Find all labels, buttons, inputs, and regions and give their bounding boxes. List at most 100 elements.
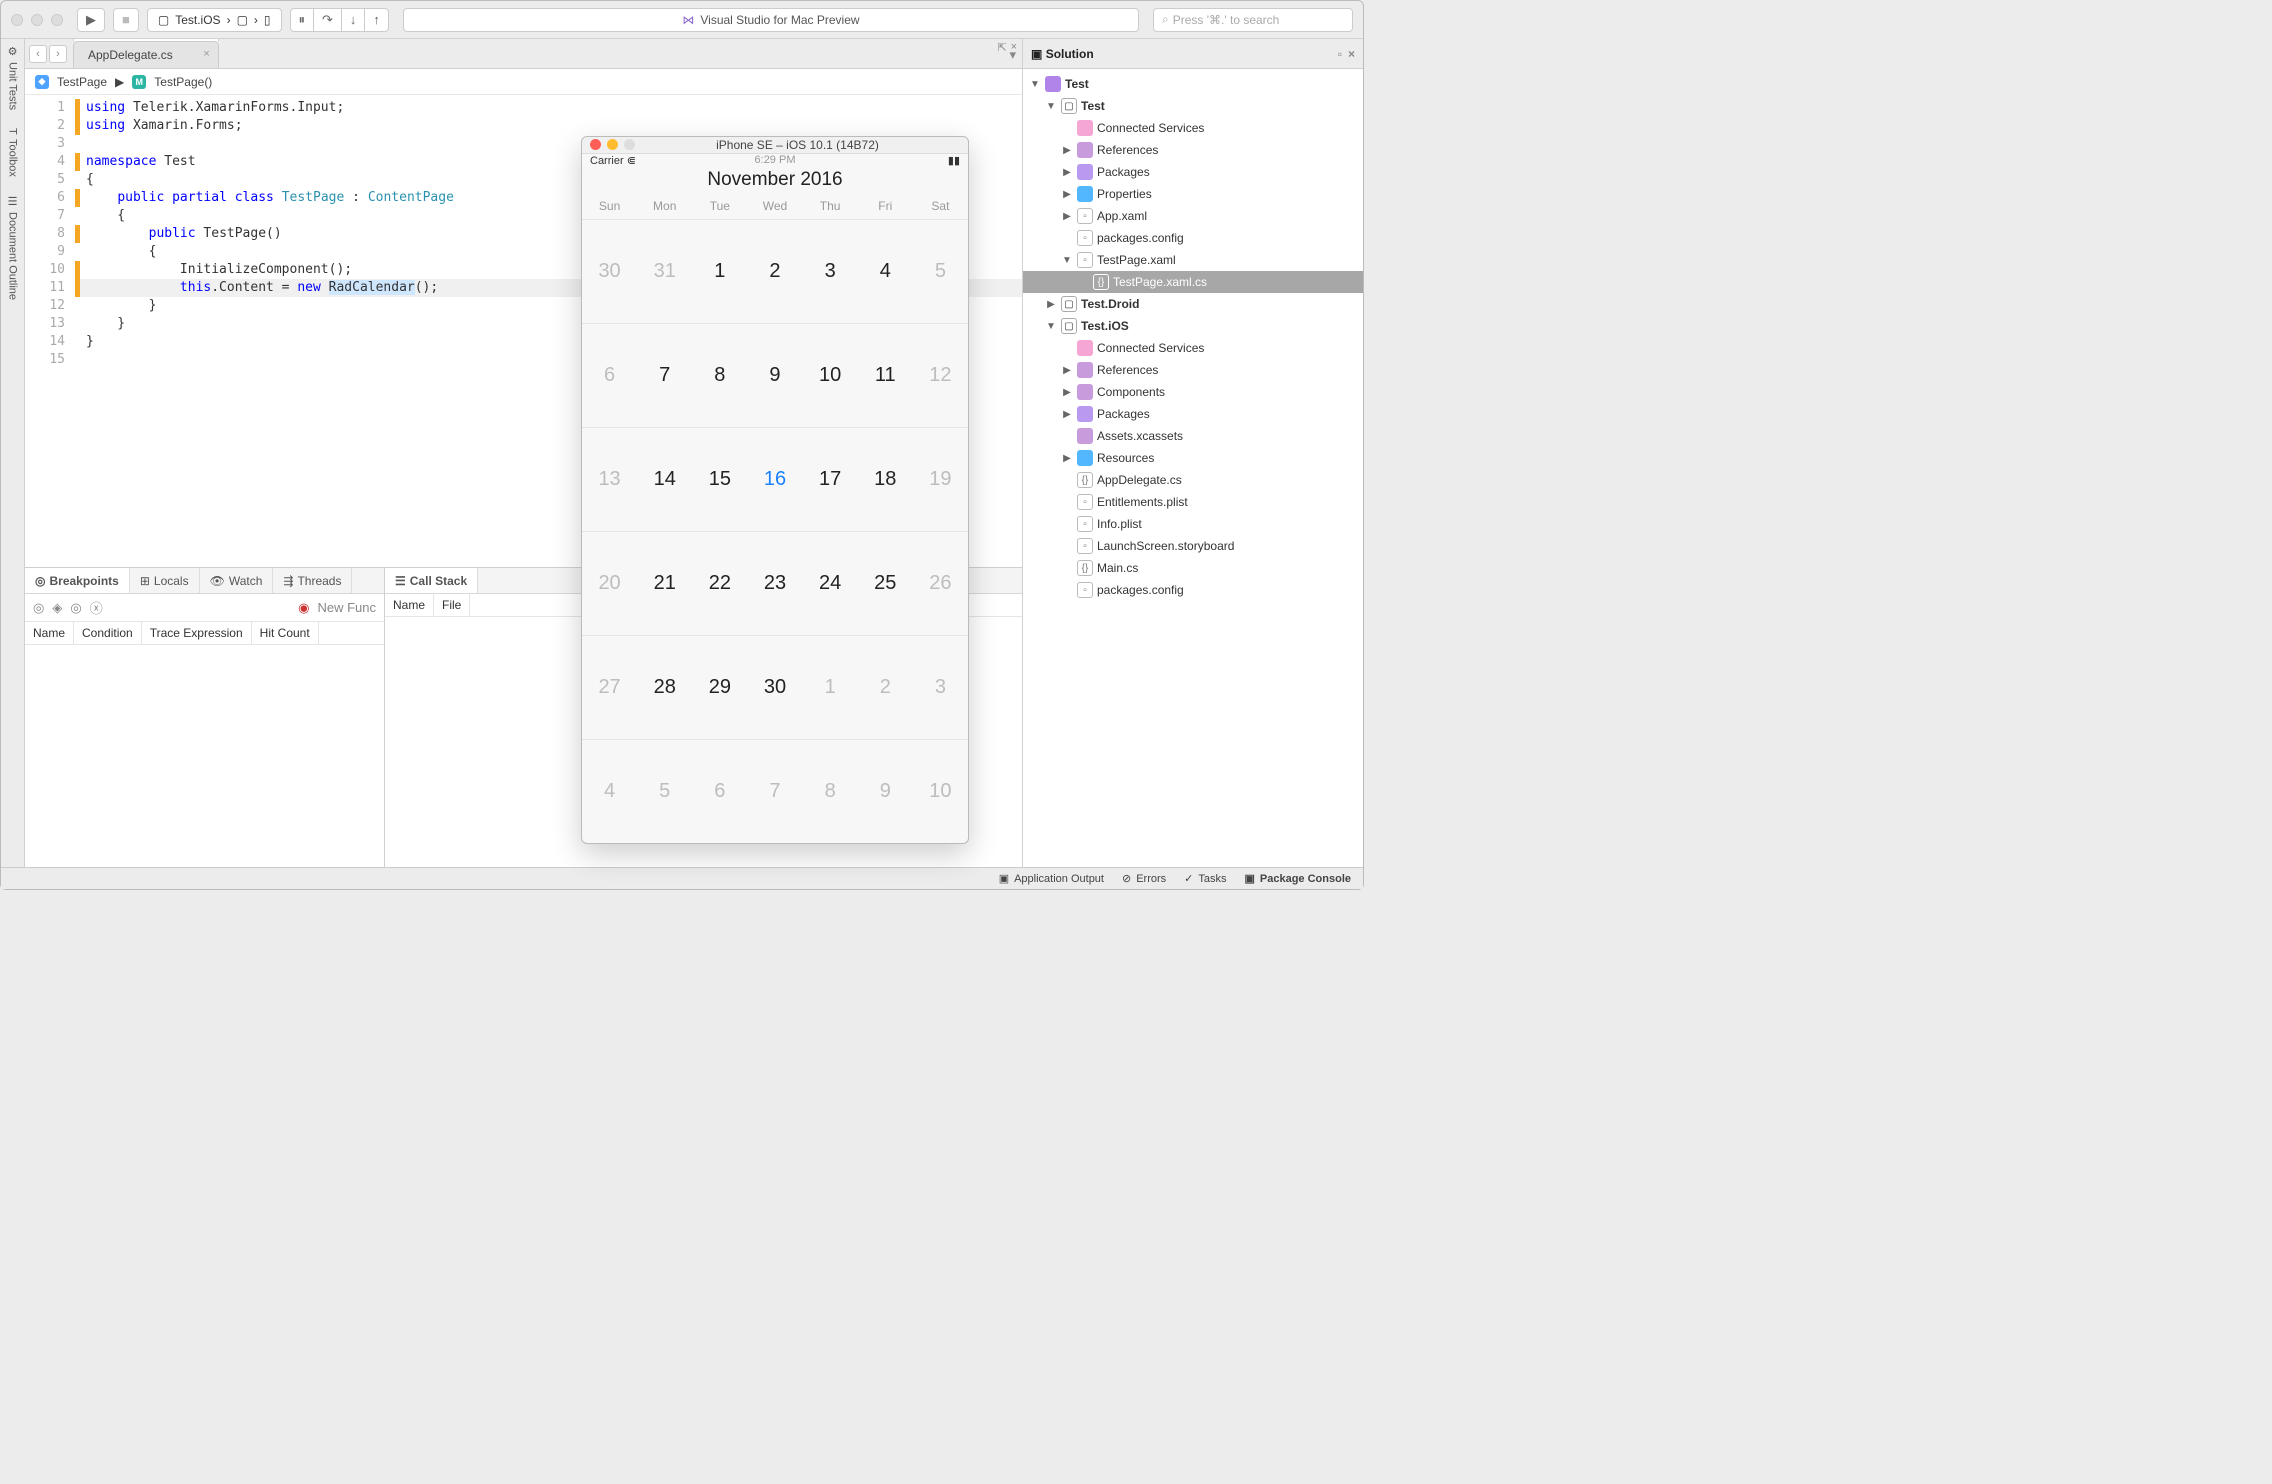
maximize-icon[interactable]: ▫ (1338, 47, 1342, 61)
disclosure-triangle[interactable]: ▶ (1061, 211, 1073, 222)
tree-node[interactable]: ▶▫App.xaml (1023, 205, 1363, 227)
calendar-day[interactable]: 2 (858, 635, 913, 739)
calendar-day[interactable]: 16 (747, 427, 802, 531)
close-tab-icon[interactable]: × (203, 48, 209, 60)
run-target-selector[interactable]: ▢ Test.iOS ›▢›▯ (147, 8, 282, 32)
ios-simulator[interactable]: iPhone SE – iOS 10.1 (14B72) Carrier ⋐ 6… (581, 136, 969, 844)
calendar-day[interactable]: 8 (692, 323, 747, 427)
nav-back-button[interactable]: ‹ (29, 45, 47, 63)
calendar-day[interactable]: 10 (803, 323, 858, 427)
step-into-button[interactable]: ↓ (341, 8, 365, 32)
calendar-day[interactable]: 21 (637, 531, 692, 635)
tree-node[interactable]: {}Main.cs (1023, 557, 1363, 579)
stop-button[interactable]: ■ (113, 8, 139, 32)
disclosure-triangle[interactable]: ▶ (1061, 409, 1073, 420)
column-header[interactable]: Condition (74, 622, 142, 644)
calendar-day[interactable]: 25 (858, 531, 913, 635)
calendar-day[interactable]: 31 (637, 219, 692, 323)
disclosure-triangle[interactable]: ▶ (1061, 453, 1073, 464)
tree-node[interactable]: ▶Packages (1023, 403, 1363, 425)
disclosure-triangle[interactable]: ▶ (1061, 145, 1073, 156)
tree-node[interactable]: {}TestPage.xaml.cs (1023, 271, 1363, 293)
calendar-day[interactable]: 1 (692, 219, 747, 323)
tree-node[interactable]: ▶References (1023, 359, 1363, 381)
bp-remove-icon[interactable]: ⓧ (90, 598, 103, 617)
calendar-day[interactable]: 4 (582, 739, 637, 843)
calendar-day[interactable]: 13 (582, 427, 637, 531)
tree-node[interactable]: ▫Entitlements.plist (1023, 491, 1363, 513)
close-panel-icon[interactable]: × (1348, 47, 1355, 61)
tree-node[interactable]: {}AppDelegate.cs (1023, 469, 1363, 491)
calendar-day[interactable]: 18 (858, 427, 913, 531)
run-button[interactable]: ▶ (77, 8, 105, 32)
tree-node[interactable]: ▼▢Test (1023, 95, 1363, 117)
solution-tree[interactable]: ▼Test▼▢TestConnected Services▶References… (1023, 69, 1363, 867)
breadcrumb-class[interactable]: TestPage (57, 75, 107, 89)
errors-button[interactable]: ⊘Errors (1122, 872, 1166, 885)
calendar-day[interactable]: 10 (913, 739, 968, 843)
calendar-day[interactable]: 28 (637, 635, 692, 739)
bottom-tab-watch[interactable]: 👁Watch (200, 568, 274, 593)
disclosure-triangle[interactable]: ▼ (1029, 79, 1041, 90)
tree-node[interactable]: ▶▢Test.Droid (1023, 293, 1363, 315)
calendar-day[interactable]: 29 (692, 635, 747, 739)
simulator-titlebar[interactable]: iPhone SE – iOS 10.1 (14B72) (582, 137, 968, 154)
bottom-tab-breakpoints[interactable]: ◎Breakpoints (25, 568, 130, 593)
bp-tag-icon[interactable]: ◈ (52, 600, 62, 616)
tree-node[interactable]: ▼▢Test.iOS (1023, 315, 1363, 337)
disclosure-triangle[interactable]: ▶ (1061, 387, 1073, 398)
document-tab[interactable]: AppDelegate.cs× (73, 41, 219, 68)
tree-node[interactable]: ▫packages.config (1023, 579, 1363, 601)
tree-node[interactable]: Connected Services (1023, 337, 1363, 359)
toolbox-tab[interactable]: TToolbox (7, 128, 19, 177)
calendar-day[interactable]: 14 (637, 427, 692, 531)
bottom-tab-threads[interactable]: ⇶Threads (273, 568, 352, 593)
tree-node[interactable]: ▫Info.plist (1023, 513, 1363, 535)
tree-node[interactable]: ▶Components (1023, 381, 1363, 403)
nav-forward-button[interactable]: › (49, 45, 67, 63)
calendar-day[interactable]: 23 (747, 531, 802, 635)
callstack-tab[interactable]: ☰ Call Stack (385, 568, 478, 593)
close-icon[interactable]: × (1011, 41, 1017, 54)
disclosure-triangle[interactable]: ▶ (1045, 299, 1057, 310)
calendar-day[interactable]: 5 (913, 219, 968, 323)
application-output-button[interactable]: ▣Application Output (999, 872, 1104, 885)
document-outline-tab[interactable]: ☰Document Outline (6, 195, 19, 300)
tree-node[interactable]: ▶Packages (1023, 161, 1363, 183)
calendar-day[interactable]: 2 (747, 219, 802, 323)
disclosure-triangle[interactable]: ▼ (1045, 321, 1057, 332)
tree-node[interactable]: ▼Test (1023, 73, 1363, 95)
pin-icon[interactable]: ⇱ (997, 41, 1006, 54)
calendar-day[interactable]: 9 (858, 739, 913, 843)
breadcrumb-method[interactable]: TestPage() (154, 75, 212, 89)
column-header[interactable]: File (434, 594, 470, 616)
bp-target-icon[interactable]: ◎ (33, 600, 44, 616)
disclosure-triangle[interactable]: ▶ (1061, 365, 1073, 376)
calendar-day[interactable]: 22 (692, 531, 747, 635)
calendar-day[interactable]: 8 (803, 739, 858, 843)
calendar-day[interactable]: 17 (803, 427, 858, 531)
calendar-day[interactable]: 26 (913, 531, 968, 635)
tree-node[interactable]: Connected Services (1023, 117, 1363, 139)
tree-node[interactable]: ▫packages.config (1023, 227, 1363, 249)
tree-node[interactable]: Assets.xcassets (1023, 425, 1363, 447)
calendar-day[interactable]: 1 (803, 635, 858, 739)
tree-node[interactable]: ▶Properties (1023, 183, 1363, 205)
column-header[interactable]: Hit Count (252, 622, 319, 644)
tree-node[interactable]: ▶References (1023, 139, 1363, 161)
calendar-day[interactable]: 12 (913, 323, 968, 427)
step-over-button[interactable]: ↷ (313, 8, 341, 32)
disclosure-triangle[interactable]: ▼ (1045, 101, 1057, 112)
calendar-day[interactable]: 19 (913, 427, 968, 531)
calendar-day[interactable]: 3 (913, 635, 968, 739)
disclosure-triangle[interactable]: ▶ (1061, 189, 1073, 200)
column-header[interactable]: Trace Expression (142, 622, 252, 644)
step-out-button[interactable]: ↑ (364, 8, 389, 32)
calendar-day[interactable]: 5 (637, 739, 692, 843)
tree-node[interactable]: ▫LaunchScreen.storyboard (1023, 535, 1363, 557)
package-console-button[interactable]: ▣Package Console (1245, 872, 1352, 885)
calendar-day[interactable]: 6 (692, 739, 747, 843)
calendar-day[interactable]: 7 (637, 323, 692, 427)
new-function-breakpoint[interactable]: New Func (317, 600, 376, 615)
disclosure-triangle[interactable]: ▶ (1061, 167, 1073, 178)
